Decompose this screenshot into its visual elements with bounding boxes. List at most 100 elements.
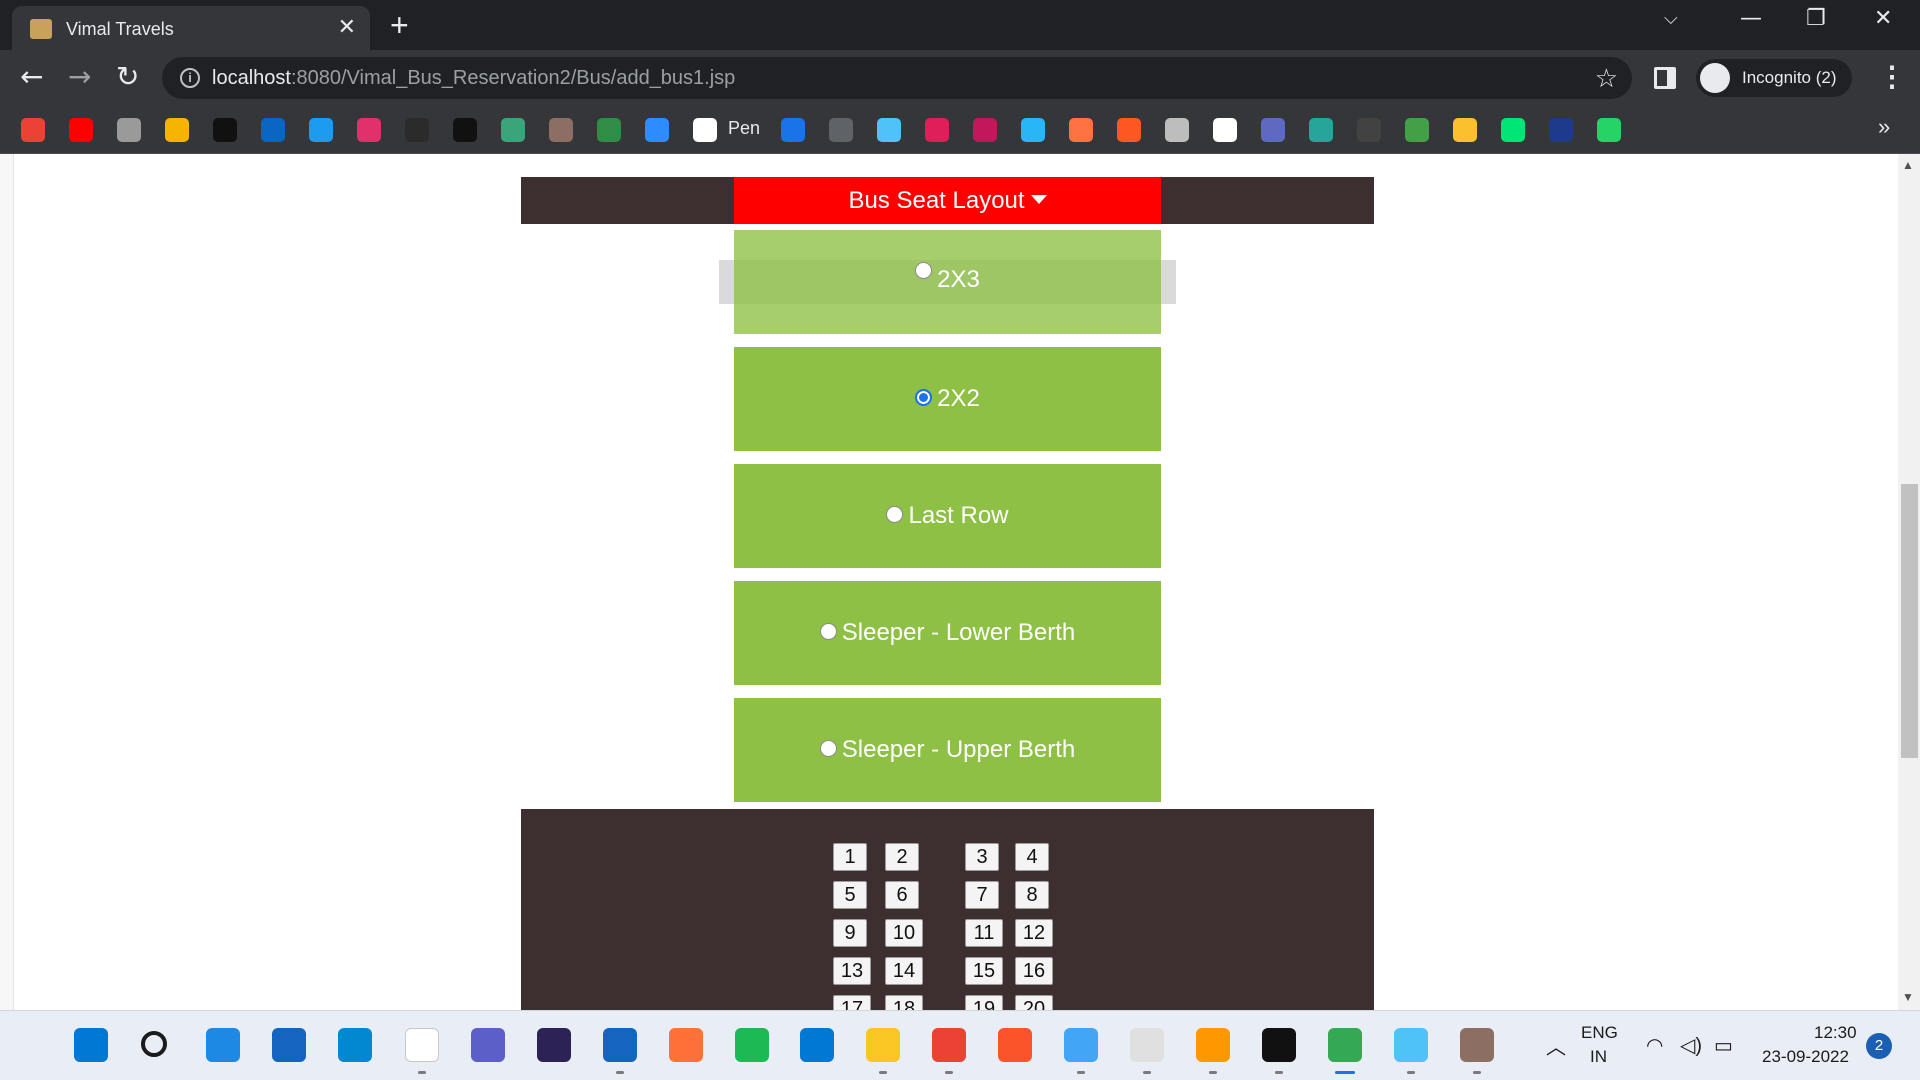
ring-app-icon[interactable] <box>1261 118 1285 142</box>
webflow-icon[interactable] <box>781 118 805 142</box>
slack-icon[interactable] <box>925 118 949 142</box>
file-explorer-icon[interactable] <box>866 1028 900 1062</box>
seat-button[interactable]: 20 <box>1015 995 1053 1010</box>
trend-chart-icon[interactable] <box>1213 118 1237 142</box>
volume-icon[interactable]: ◁) <box>1680 1033 1702 1058</box>
terminal-icon[interactable] <box>1262 1028 1296 1062</box>
notepad-icon[interactable] <box>1064 1028 1098 1062</box>
clock-time[interactable]: 12:30 <box>1814 1023 1857 1043</box>
analytics-icon[interactable] <box>165 118 189 142</box>
youtube-icon[interactable] <box>69 118 93 142</box>
language-indicator[interactable]: ENG <box>1581 1023 1618 1043</box>
scrollbar-thumb[interactable] <box>1901 484 1918 758</box>
seat-button[interactable]: 10 <box>885 919 923 947</box>
seat-button[interactable]: 1 <box>833 843 867 871</box>
seat-button[interactable]: 9 <box>833 919 867 947</box>
restore-icon[interactable]: ❐ <box>1806 6 1826 31</box>
seat-button[interactable]: 5 <box>833 881 867 909</box>
radio-2x2[interactable] <box>915 388 933 406</box>
option-2x3[interactable]: 2X3 <box>734 230 1161 334</box>
option-sleeper-upper-berth[interactable]: Sleeper - Upper Berth <box>734 698 1161 802</box>
unstop-icon[interactable] <box>1549 118 1573 142</box>
seat-button[interactable]: 12 <box>1015 919 1053 947</box>
seat-button[interactable]: 17 <box>833 995 871 1010</box>
reload-icon[interactable]: ↻ <box>116 62 139 92</box>
seat-button[interactable]: 8 <box>1015 881 1049 909</box>
windows-start-icon[interactable] <box>74 1028 108 1062</box>
dare2compete-icon[interactable] <box>405 1028 439 1062</box>
seat-button[interactable]: 18 <box>885 995 923 1010</box>
bookmark-star-icon[interactable]: ☆ <box>1595 63 1618 94</box>
geeksforgeeks-icon[interactable] <box>597 118 621 142</box>
tab-search-icon[interactable]: ⌵ <box>1664 8 1678 29</box>
app-figure-icon[interactable] <box>549 118 573 142</box>
language-region[interactable]: IN <box>1590 1047 1607 1067</box>
store-icon[interactable] <box>272 1028 306 1062</box>
radio-sleeper-lower[interactable] <box>819 622 837 640</box>
side-panel-icon[interactable] <box>1654 67 1676 89</box>
option-2x2[interactable]: 2X2 <box>734 347 1161 451</box>
seat-button[interactable]: 6 <box>885 881 919 909</box>
window-close-icon[interactable]: ✕ <box>1874 6 1892 31</box>
chevron-app-icon[interactable] <box>1453 118 1477 142</box>
spotify-icon[interactable] <box>735 1028 769 1062</box>
seat-button[interactable]: 13 <box>833 957 871 985</box>
wifi-icon[interactable]: ◠ <box>1646 1033 1663 1058</box>
globe-icon[interactable] <box>829 118 853 142</box>
seat-button[interactable]: 11 <box>965 919 1003 947</box>
url-text[interactable]: localhost:8080/Vimal_Bus_Reservation2/Bu… <box>212 67 735 90</box>
twitter-icon[interactable] <box>309 118 333 142</box>
vscode-icon[interactable] <box>800 1028 834 1062</box>
instagram-icon[interactable] <box>357 118 381 142</box>
dark-app-icon[interactable] <box>1357 118 1381 142</box>
grid-app-icon[interactable] <box>1021 118 1045 142</box>
new-tab-button[interactable]: + <box>390 8 409 42</box>
chrome-incognito-icon[interactable] <box>1328 1028 1362 1062</box>
chrome-menu-icon[interactable]: ⋮ <box>1878 60 1906 93</box>
orange-app-icon[interactable] <box>1117 118 1141 142</box>
hackerrank-icon[interactable] <box>213 118 237 142</box>
tree-app-icon[interactable] <box>1309 118 1333 142</box>
control-panel-icon[interactable] <box>1394 1028 1428 1062</box>
chrome-icon[interactable] <box>932 1028 966 1062</box>
radio-last-row[interactable] <box>886 505 904 523</box>
page-scrollbar[interactable]: ▲ ▼ <box>1898 154 1920 1010</box>
seat-button[interactable]: 7 <box>965 881 999 909</box>
seat-button[interactable]: 14 <box>885 957 923 985</box>
java-icon[interactable] <box>1130 1028 1164 1062</box>
minimize-icon[interactable]: — <box>1740 6 1762 31</box>
site-info-icon[interactable]: i <box>180 68 200 88</box>
seat-button[interactable]: 2 <box>885 843 919 871</box>
back-icon[interactable]: ← <box>20 62 43 92</box>
browser-tab[interactable]: Vimal Travels ✕ <box>12 6 370 50</box>
spiral-app-icon[interactable] <box>1405 118 1429 142</box>
chart-app-icon[interactable] <box>1165 118 1189 142</box>
cortana-icon[interactable] <box>338 1028 372 1062</box>
cc-icon[interactable] <box>117 118 141 142</box>
task-view-icon[interactable] <box>206 1028 240 1062</box>
minecraft-icon[interactable] <box>1460 1028 1494 1062</box>
linkedin-icon[interactable] <box>261 118 285 142</box>
1k-plus-icon[interactable] <box>973 118 997 142</box>
bookmark-pen-label[interactable]: Pen <box>728 118 760 139</box>
address-bar[interactable]: i localhost:8080/Vimal_Bus_Reservation2/… <box>162 57 1632 99</box>
seat-button[interactable]: 15 <box>965 957 1003 985</box>
scroll-up-icon[interactable]: ▲ <box>1902 158 1914 172</box>
codechef-icon[interactable] <box>453 118 477 142</box>
app-green-icon[interactable] <box>501 118 525 142</box>
radio-2x3[interactable] <box>915 262 933 279</box>
scroll-down-icon[interactable]: ▼ <box>1902 990 1914 1004</box>
option-sleeper-lower-berth[interactable]: Sleeper - Lower Berth <box>734 581 1161 685</box>
bookmarks-overflow-icon[interactable]: » <box>1878 114 1890 140</box>
forward-icon[interactable]: → <box>68 62 91 92</box>
seat-button[interactable]: 16 <box>1015 957 1053 985</box>
show-hidden-icons-icon[interactable]: ︿ <box>1546 1031 1566 1060</box>
whatsapp-36-icon[interactable] <box>1597 118 1621 142</box>
brave-icon[interactable] <box>998 1028 1032 1062</box>
gmail-icon[interactable] <box>21 118 45 142</box>
sublime-text-icon[interactable] <box>1196 1028 1230 1062</box>
b-app-icon[interactable] <box>1069 118 1093 142</box>
radio-sleeper-upper[interactable] <box>819 739 837 757</box>
seat-button[interactable]: 3 <box>965 843 999 871</box>
search-icon[interactable] <box>141 1031 167 1057</box>
